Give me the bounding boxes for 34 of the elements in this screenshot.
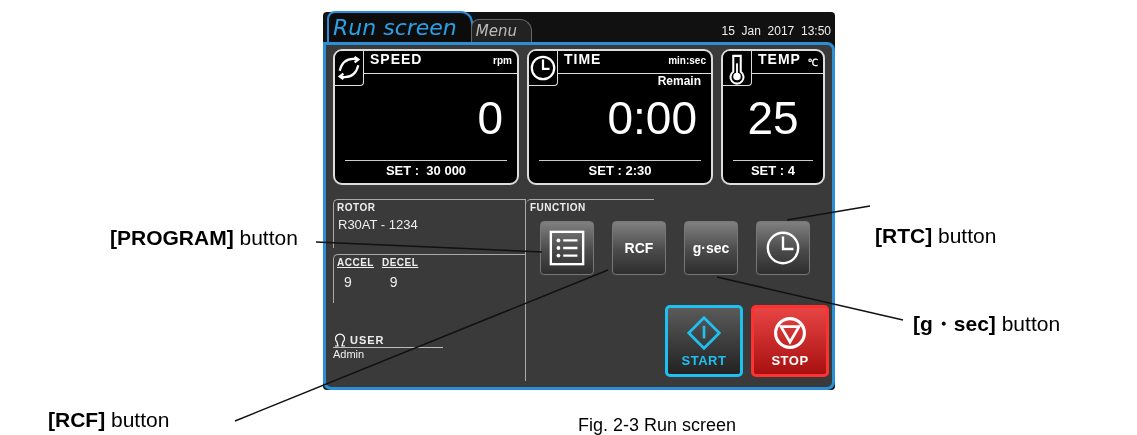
- readout-value: 25: [747, 92, 799, 144]
- user-label: USER: [350, 334, 385, 346]
- screen-tab[interactable]: Run screen: [327, 11, 473, 42]
- decel-label: DECEL: [381, 257, 419, 268]
- callout-label: [g・sec] button: [913, 311, 1061, 337]
- unit-label: ℃: [807, 56, 819, 69]
- user-name: Admin: [333, 348, 365, 360]
- set-value: SET : 2:30: [588, 163, 652, 178]
- function-button[interactable]: g·sec: [684, 221, 738, 275]
- readout-value: 0: [477, 92, 503, 144]
- readout-title: TIME: [564, 51, 602, 67]
- figure-caption: Fig. 2-3 Run screen: [578, 415, 737, 435]
- decel-value: 9: [389, 274, 398, 290]
- callout-label: [RTC] button: [875, 224, 997, 248]
- set-value: SET : 30 000: [385, 163, 467, 178]
- callout-label: [RCF] button: [48, 408, 170, 432]
- rotor-label: ROTOR: [337, 202, 376, 213]
- readout-value: 0:00: [607, 92, 697, 144]
- set-value: SET : 4: [750, 163, 796, 178]
- accel-value: 9: [344, 274, 352, 290]
- date-time: 15 Jan 2017 13:50: [721, 24, 831, 40]
- callout-label: [PROGRAM] button: [110, 226, 298, 250]
- start-button[interactable]: START: [665, 305, 743, 377]
- function-button[interactable]: RCF: [612, 221, 666, 275]
- readout-title: SPEED: [370, 51, 423, 67]
- screen-tab[interactable]: Menu: [470, 19, 532, 42]
- readout-title: TEMP: [758, 51, 801, 67]
- unit-label: min:sec: [667, 54, 707, 66]
- remain-label: Remain: [657, 74, 701, 88]
- stop-button[interactable]: STOP: [751, 305, 829, 377]
- function-label: FUNCTION: [530, 202, 586, 213]
- rotor-value: R30AT - 1234: [337, 217, 418, 232]
- accel-label: ACCEL: [337, 257, 374, 268]
- unit-label: rpm: [492, 54, 513, 66]
